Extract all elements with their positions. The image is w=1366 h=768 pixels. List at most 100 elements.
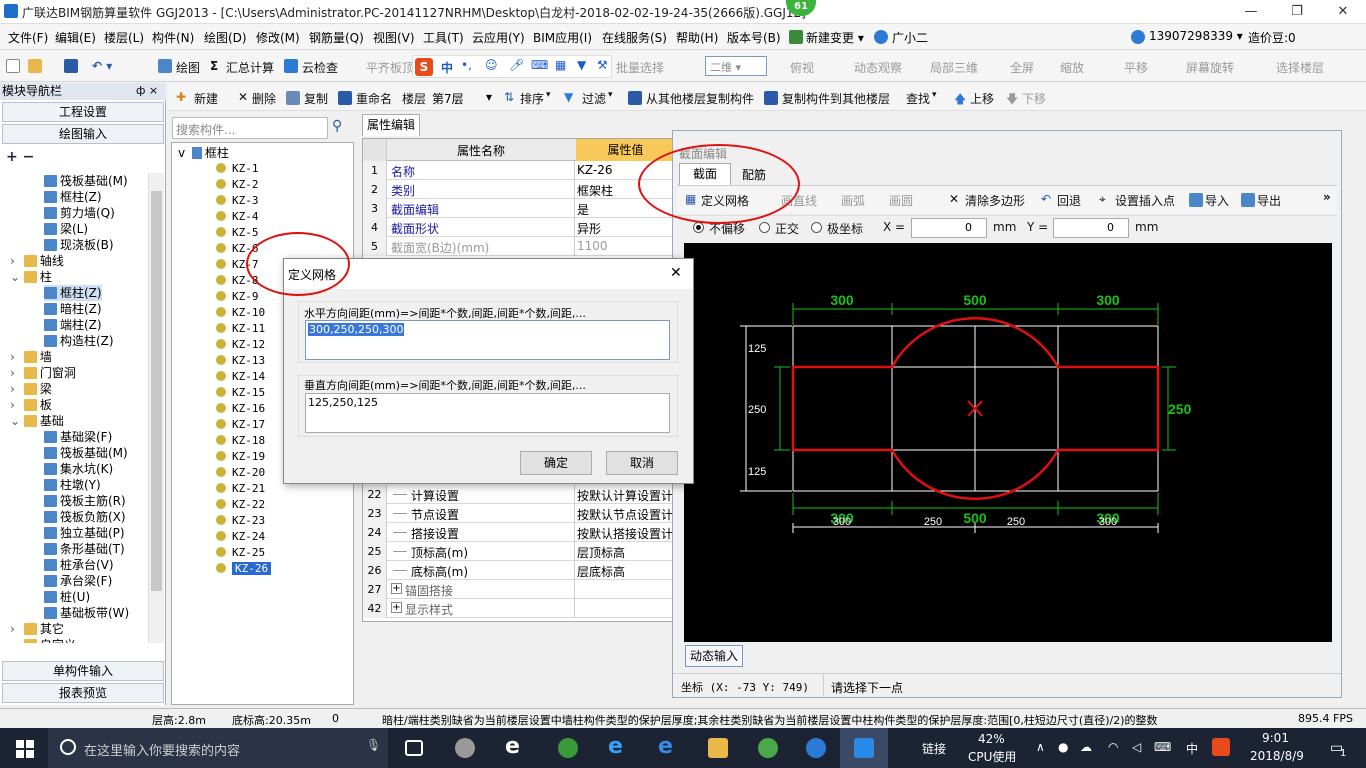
close-button[interactable]: ✕: [1320, 0, 1366, 24]
property-value[interactable]: 按默认计算设置计: [577, 487, 673, 504]
sogou-tray-icon[interactable]: [1212, 738, 1230, 756]
component-item[interactable]: KZ-17: [216, 417, 265, 433]
local-3d-button[interactable]: 局部三维: [930, 59, 978, 76]
menu-tools[interactable]: 工具(T): [423, 29, 464, 46]
fullscreen-button[interactable]: 全屏: [1010, 59, 1034, 76]
toolbar-overflow-icon[interactable]: »: [1323, 190, 1331, 204]
undo-section-button[interactable]: 回退: [1057, 192, 1081, 209]
clock-time[interactable]: 9:01: [1262, 731, 1289, 745]
clear-polygon-button[interactable]: 清除多边形: [965, 192, 1025, 209]
dynamic-input-button[interactable]: 动态输入: [685, 645, 743, 667]
tree-item[interactable]: 承台梁(F): [44, 573, 112, 589]
tree-expander-icon[interactable]: ›: [10, 349, 20, 365]
ime-mode[interactable]: 中: [441, 59, 453, 76]
edge-icon[interactable]: e: [608, 734, 623, 759]
tree-item[interactable]: 梁(L): [44, 221, 88, 237]
wifi-icon[interactable]: ◠: [1108, 740, 1118, 754]
tree-item[interactable]: 框柱(Z): [44, 189, 102, 205]
property-row[interactable]: 27 + 锚固搭接: [363, 580, 675, 599]
expand-row-icon[interactable]: +: [391, 602, 402, 613]
ime-indicator[interactable]: 中: [1186, 740, 1198, 757]
menu-draw[interactable]: 绘图(D): [204, 29, 247, 46]
component-item[interactable]: KZ-9: [216, 289, 259, 305]
sum-calc-button[interactable]: 汇总计算: [226, 59, 274, 76]
property-value[interactable]: 是: [577, 201, 589, 218]
tab-property-edit[interactable]: 属性编辑: [362, 114, 420, 136]
tray-person-icon[interactable]: ●: [1058, 740, 1068, 754]
component-item[interactable]: KZ-12: [216, 337, 265, 353]
polar-radio[interactable]: [811, 222, 822, 233]
move-up-button[interactable]: 上移: [970, 90, 994, 107]
copy-button[interactable]: 复制: [304, 90, 328, 107]
property-value[interactable]: 框架柱: [577, 182, 613, 199]
tree-item[interactable]: › 门窗洞: [10, 365, 76, 381]
zoom-button[interactable]: 缩放: [1060, 59, 1084, 76]
component-item[interactable]: KZ-23: [216, 513, 265, 529]
menu-edit[interactable]: 编辑(E): [55, 29, 96, 46]
move-down-button[interactable]: 下移: [1022, 90, 1046, 107]
property-row[interactable]: 23 节点设置 按默认节点设置计: [363, 504, 675, 523]
rotate-button[interactable]: 屏幕旋转: [1186, 59, 1234, 76]
ime-punct-icon[interactable]: •,: [461, 58, 472, 72]
component-item[interactable]: KZ-15: [216, 385, 265, 401]
top-view-button[interactable]: 俯视: [790, 59, 814, 76]
component-item[interactable]: KZ-22: [216, 497, 265, 513]
draw-button[interactable]: 绘图: [176, 59, 200, 76]
tree-item[interactable]: ⌄ 柱: [10, 269, 52, 285]
minimize-button[interactable]: —: [1228, 0, 1274, 24]
menu-bim[interactable]: BIM应用(I): [533, 29, 592, 46]
property-row[interactable]: 42 + 显示样式: [363, 599, 675, 618]
component-item[interactable]: KZ-19: [216, 449, 265, 465]
new-file-icon[interactable]: [6, 59, 20, 73]
property-row[interactable]: 22 计算设置 按默认计算设置计: [363, 485, 675, 504]
menu-help[interactable]: 帮助(H): [676, 29, 718, 46]
expand-collapse-icon[interactable]: + −: [6, 149, 34, 165]
tree-item[interactable]: 筏板主筋(R): [44, 493, 126, 509]
tree-item[interactable]: › 其它: [10, 621, 64, 637]
tree-item[interactable]: 筏板基础(M): [44, 173, 128, 189]
tree-item[interactable]: 桩承台(V): [44, 557, 114, 573]
set-insert-point-button[interactable]: 设置插入点: [1115, 192, 1175, 209]
tree-item[interactable]: 筏板基础(M): [44, 445, 128, 461]
property-row[interactable]: 4 截面形状 异形: [363, 218, 675, 237]
component-item[interactable]: KZ-1: [216, 161, 259, 177]
menu-floor[interactable]: 楼层(L): [104, 29, 144, 46]
property-value[interactable]: 层底标高: [577, 563, 625, 580]
tree-expander-icon[interactable]: ⌄: [10, 413, 20, 429]
view-mode-select[interactable]: 二维 ▾: [705, 56, 767, 76]
property-row[interactable]: 5 截面宽(B边)(mm) 1100: [363, 237, 675, 256]
property-row[interactable]: 26 底标高(m) 层底标高: [363, 561, 675, 580]
ime-skin-icon[interactable]: ▼: [577, 58, 586, 72]
mic-icon[interactable]: 🎙︎: [366, 738, 381, 752]
property-value[interactable]: 按默认节点设置计: [577, 506, 673, 523]
tree-item[interactable]: 基础梁(F): [44, 429, 112, 445]
tree-expander-icon[interactable]: ›: [10, 397, 20, 413]
tree-item[interactable]: › 梁: [10, 381, 52, 397]
component-item[interactable]: KZ-13: [216, 353, 265, 369]
ime-keyboard-icon[interactable]: ⌨: [531, 58, 548, 72]
component-item[interactable]: KZ-24: [216, 529, 265, 545]
browser-360-icon[interactable]: [758, 738, 778, 758]
active-app-slot[interactable]: [840, 728, 888, 768]
property-row[interactable]: 3 截面编辑 是: [363, 199, 675, 218]
ime-tools-icon[interactable]: ⚒: [597, 58, 608, 72]
dialog-close-button[interactable]: ✕: [670, 265, 682, 281]
expand-row-icon[interactable]: +: [391, 583, 402, 594]
menu-view[interactable]: 视图(V): [373, 29, 415, 46]
component-item[interactable]: KZ-26: [216, 561, 272, 577]
property-value[interactable]: 层顶标高: [577, 544, 625, 561]
component-item[interactable]: KZ-14: [216, 369, 265, 385]
tree-item[interactable]: 框柱(Z): [44, 285, 102, 301]
menu-version[interactable]: 版本号(B): [727, 29, 781, 46]
sort-button[interactable]: 排序: [520, 90, 544, 107]
keyboard-icon[interactable]: ⌨: [1154, 740, 1171, 754]
volume-icon[interactable]: ◁: [1132, 740, 1141, 754]
report-preview-button[interactable]: 报表预览: [2, 683, 164, 703]
tree-item[interactable]: › 板: [10, 397, 52, 413]
ime-emoji-icon[interactable]: ☺: [485, 58, 498, 72]
horizontal-spacing-input[interactable]: 300,250,250,300: [305, 320, 670, 360]
menu-cloud[interactable]: 云应用(Y): [472, 29, 525, 46]
windows-start-icon[interactable]: [16, 740, 34, 758]
property-row[interactable]: 1 名称 KZ-26: [363, 161, 675, 180]
panel-pin-icon[interactable]: ф ×: [136, 84, 158, 97]
